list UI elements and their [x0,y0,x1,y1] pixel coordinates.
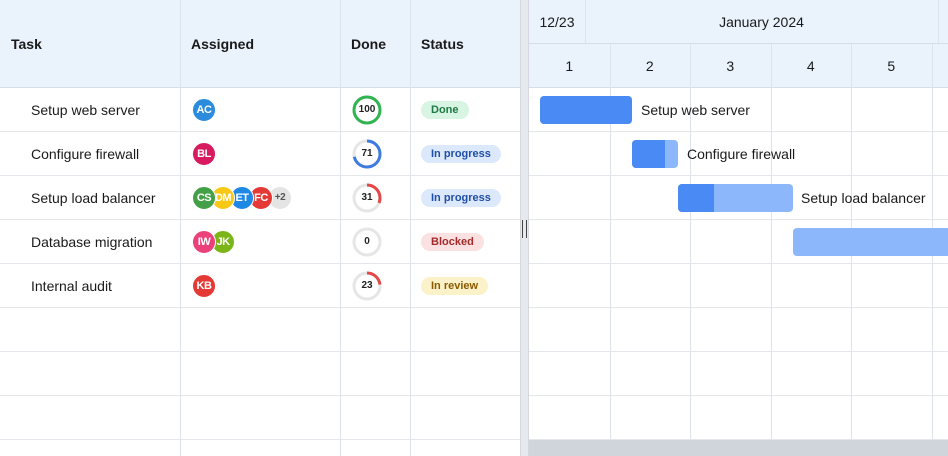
status-cell: Done [421,88,469,131]
table-row[interactable] [0,308,520,352]
column-header-done[interactable]: Done [340,0,410,87]
task-name[interactable]: Internal audit [31,264,112,307]
task-grid: Task Assigned Done Status Setup web serv… [0,0,520,456]
task-bar[interactable] [540,96,632,124]
row-gridline [529,175,948,176]
avatar[interactable]: BL [192,141,216,166]
header-divider [585,0,586,43]
status-badge: Blocked [421,232,484,251]
table-row[interactable]: Setup web server AC 100 Done [0,88,520,132]
column-divider [180,0,181,456]
table-row[interactable]: Internal audit KB 23 In review [0,264,520,308]
task-bar[interactable] [793,228,948,256]
column-divider [410,0,411,456]
row-gridline [529,307,948,308]
day-label: 1 [565,57,574,74]
table-row[interactable]: Database migration IW JK 0 Blocked [0,220,520,264]
day-label: 3 [726,57,735,74]
progress-ring: 0 [351,220,383,263]
grid-header: Task Assigned Done Status [0,0,520,88]
task-name[interactable]: Setup load balancer [31,176,156,219]
status-cell: In progress [421,132,501,175]
assignee-group: IW JK [192,220,235,263]
status-badge: Done [421,100,469,119]
status-badge: In progress [421,188,501,207]
progress-ring: 100 [351,88,383,131]
table-row[interactable] [0,352,520,396]
task-bar-label: Configure firewall [687,146,796,162]
status-badge: In progress [421,144,501,163]
progress-value: 23 [361,280,373,291]
task-name[interactable]: Configure firewall [31,132,139,175]
task-bar[interactable] [632,140,678,168]
status-badge: In review [421,276,489,295]
task-bar[interactable] [678,184,793,212]
status-cell: In progress [421,176,501,219]
task-name[interactable]: Setup web server [31,88,140,131]
assignee-group: KB [192,264,216,307]
table-row[interactable]: Setup load balancer CS DM ET FC +2 31 In pro… [0,176,520,220]
column-header-task[interactable]: Task [0,0,180,87]
task-bar-progress [540,96,632,124]
progress-value: 71 [361,148,373,159]
day-label: 2 [645,57,654,74]
month-label: January 2024 [719,13,804,30]
avatar[interactable]: CS [192,185,216,210]
progress-ring: 71 [351,132,383,175]
task-bar-progress [678,184,714,212]
progress-value: 0 [364,236,370,247]
prev-period-label: 12/23 [539,13,575,30]
column-header-status[interactable]: Status [410,0,520,87]
task-bar-label: Setup web server [641,102,750,118]
assignee-group: CS DM ET FC +2 [192,176,292,219]
column-header-assigned[interactable]: Assigned [180,0,340,87]
row-gridline [529,131,948,132]
assignee-group: AC [192,88,216,131]
avatar[interactable]: IW [192,229,216,254]
row-gridline [529,395,948,396]
splitter-grip-icon[interactable] [522,220,527,238]
day-label: 4 [806,57,815,74]
row-gridline [529,351,948,352]
horizontal-scrollbar[interactable] [529,440,948,456]
task-bar-label: Setup load balancer [801,190,926,206]
row-gridline [529,219,948,220]
avatar[interactable]: KB [192,273,216,298]
table-row[interactable] [0,396,520,440]
progress-ring: 23 [351,264,383,307]
status-cell: Blocked [421,220,484,263]
progress-ring: 31 [351,176,383,219]
column-divider [340,0,341,456]
header-divider [938,0,939,43]
progress-value: 31 [361,192,373,203]
gantt-month-header: 12/23 January 2024 [529,0,948,44]
progress-value: 100 [358,104,376,115]
task-name[interactable]: Database migration [31,220,152,263]
task-bar-progress [632,140,665,168]
day-label: 5 [887,57,896,74]
assignee-group: BL [192,132,216,175]
status-cell: In review [421,264,489,307]
row-gridline [529,263,948,264]
table-row[interactable]: Configure firewall BL 71 In progress [0,132,520,176]
avatar[interactable]: AC [192,97,216,122]
gantt-chart: 12/23 January 2024 1 2 3 4 5 Setup web server… [529,0,948,456]
